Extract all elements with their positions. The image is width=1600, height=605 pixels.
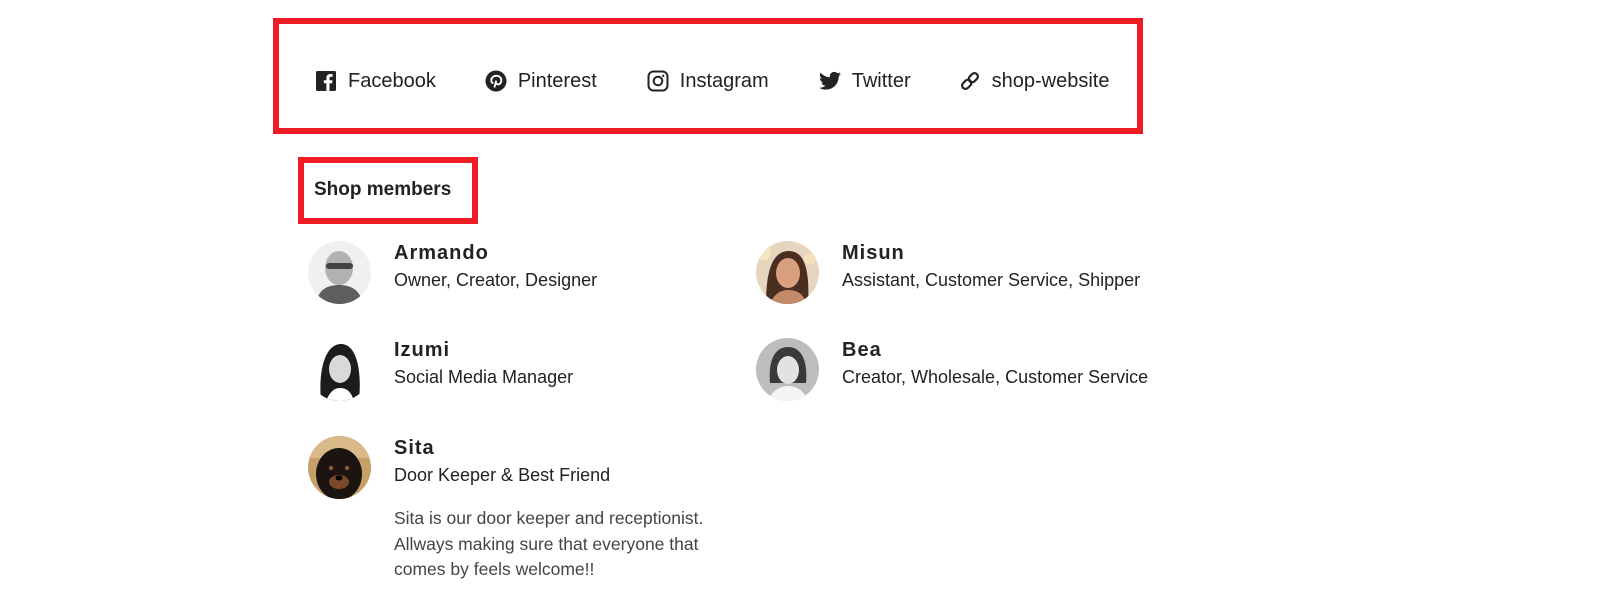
member-bio: Sita is our door keeper and receptionist… (394, 508, 704, 579)
link-icon (959, 70, 981, 92)
instagram-link-label: Instagram (679, 69, 769, 92)
shop-website-link[interactable]: shop-website (959, 69, 1110, 93)
pinterest-icon (485, 70, 507, 92)
member-name: Bea (842, 339, 882, 361)
member-avatar[interactable] (308, 241, 371, 304)
member-role: Creator, Wholesale, Customer Service (842, 367, 1149, 387)
social-links-bar: Facebook Pinterest Instagram Twitter sho… (315, 67, 1109, 95)
member-avatar[interactable] (308, 436, 371, 499)
facebook-link[interactable]: Facebook (315, 70, 436, 93)
twitter-icon (818, 70, 841, 92)
facebook-link-label: Facebook (348, 69, 436, 92)
member-role: Owner, Creator, Designer (394, 270, 598, 290)
social-links-highlight: Facebook Pinterest Instagram Twitter sho… (273, 18, 1143, 134)
member-name: Armando (394, 242, 489, 264)
member-name: Misun (842, 242, 905, 264)
pinterest-link[interactable]: Pinterest (485, 70, 597, 93)
shop-members-title: Shop members (314, 179, 452, 200)
shop-members-title-highlight: Shop members (298, 157, 478, 224)
member-role: Assistant, Customer Service, Shipper (842, 270, 1141, 290)
member-name: Izumi (394, 339, 451, 361)
pinterest-link-label: Pinterest (517, 69, 597, 92)
member-avatar[interactable] (756, 338, 819, 401)
twitter-link-label: Twitter (851, 69, 911, 92)
member-avatar[interactable] (308, 338, 371, 401)
facebook-icon (315, 70, 337, 92)
instagram-icon (647, 70, 669, 92)
member-name: Sita (394, 437, 435, 459)
member-role: Door Keeper & Best Friend (394, 465, 611, 485)
shop-website-link-label: shop-website (991, 69, 1110, 92)
member-avatar[interactable] (756, 241, 819, 304)
twitter-link[interactable]: Twitter (818, 69, 911, 93)
instagram-link[interactable]: Instagram (647, 70, 769, 93)
member-role: Social Media Manager (394, 367, 574, 387)
